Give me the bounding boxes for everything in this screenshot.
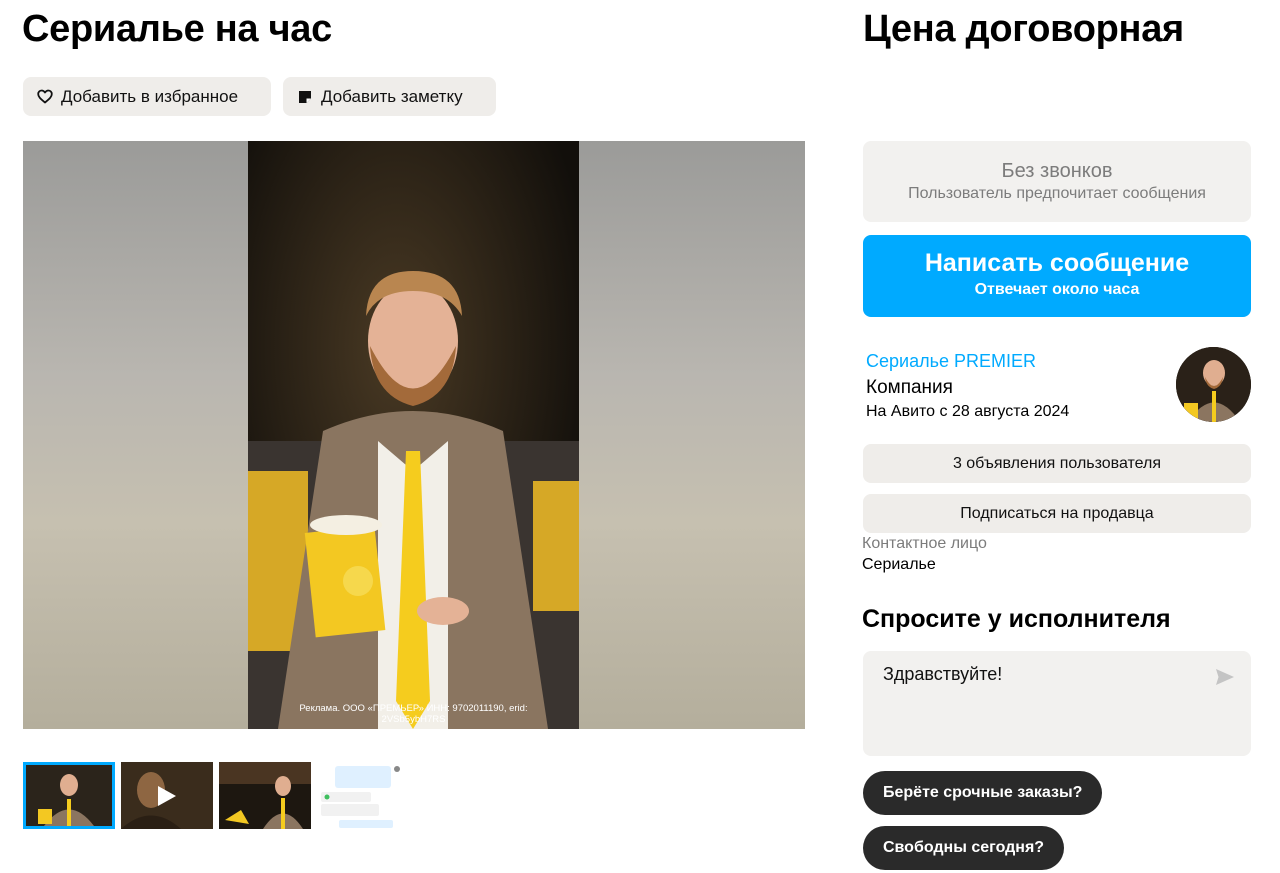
contact-person-name: Сериалье <box>862 556 936 573</box>
no-calls-notice: Без звонков Пользователь предпочитает со… <box>863 141 1251 222</box>
ask-message-box <box>863 651 1251 756</box>
thumbnail-3[interactable] <box>219 762 311 829</box>
listing-title: Сериалье на час <box>22 8 332 50</box>
play-icon <box>156 784 178 813</box>
note-icon <box>297 89 313 105</box>
listing-price: Цена договорная <box>863 8 1184 50</box>
thumbnail-photo <box>26 765 112 826</box>
subscribe-seller-button[interactable]: Подписаться на продавца <box>863 494 1251 533</box>
add-favorite-button[interactable]: Добавить в избранное <box>23 77 271 116</box>
quick-reply-urgent[interactable]: Берёте срочные заказы? <box>863 771 1103 815</box>
no-calls-subtitle: Пользователь предпочитает сообщения <box>908 185 1206 202</box>
gallery-blur-right <box>579 141 805 729</box>
response-time-label: Отвечает около часа <box>974 281 1140 298</box>
write-message-label: Написать сообщение <box>924 249 1190 277</box>
avatar-image <box>1176 347 1251 422</box>
thumbnail-2[interactable] <box>121 762 213 829</box>
thumbnail-4[interactable] <box>317 762 409 829</box>
main-photo-illustration <box>248 141 579 729</box>
thumbnail-1[interactable] <box>23 762 115 829</box>
main-photo-gallery[interactable]: Реклама. ООО «ПРЕМЬЕР» ИНН: 9702011190, … <box>23 141 805 729</box>
write-message-button[interactable]: Написать сообщение Отвечает около часа <box>863 235 1251 317</box>
seller-type: Компания <box>866 377 953 398</box>
ad-disclaimer: Реклама. ООО «ПРЕМЬЕР» ИНН: 9702011190, … <box>299 703 528 725</box>
send-icon[interactable] <box>1215 668 1235 686</box>
quick-reply-free-today[interactable]: Свободны сегодня? <box>863 826 1065 870</box>
add-note-button[interactable]: Добавить заметку <box>283 77 496 116</box>
seller-since: На Авито с 28 августа 2024 <box>866 403 1070 420</box>
thumbnail-photo <box>219 762 311 829</box>
seller-listings-button[interactable]: 3 объявления пользователя <box>863 444 1251 483</box>
ask-section-title: Спросите у исполнителя <box>862 605 1171 633</box>
seller-name-link[interactable]: Сериалье PREMIER <box>866 350 1036 372</box>
ask-message-input[interactable] <box>883 664 1203 734</box>
main-photo[interactable]: Реклама. ООО «ПРЕМЬЕР» ИНН: 9702011190, … <box>248 141 579 729</box>
seller-avatar[interactable] <box>1176 347 1251 422</box>
heart-icon <box>37 89 53 105</box>
contact-person-label: Контактное лицо <box>862 535 987 552</box>
add-favorite-label: Добавить в избранное <box>61 86 239 106</box>
no-calls-title: Без звонков <box>1001 160 1113 182</box>
gallery-blur-left <box>23 141 248 729</box>
thumbnail-strip <box>23 762 409 829</box>
add-note-label: Добавить заметку <box>321 86 463 106</box>
thumbnail-chat-screenshot <box>317 762 409 829</box>
